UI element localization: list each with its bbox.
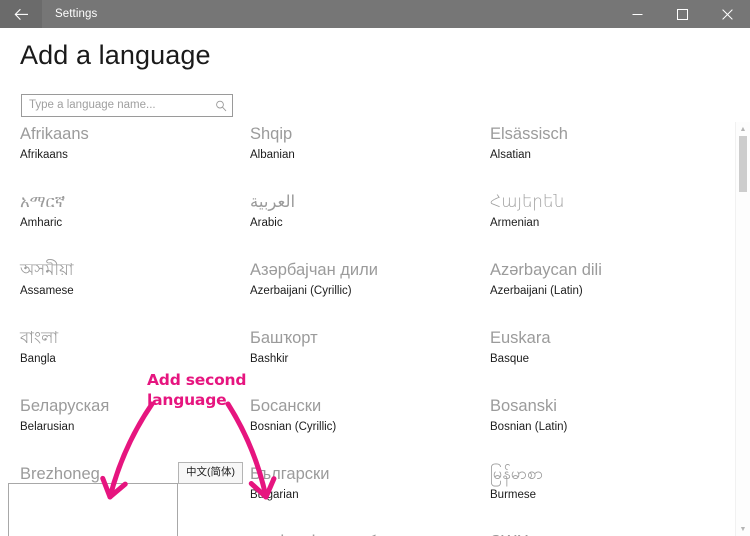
- close-button[interactable]: [705, 0, 750, 28]
- language-native-name: Азәрбајчан дили: [250, 261, 378, 279]
- language-list[interactable]: Afrikaans Afrikaans አማርኛ Amharic অসমীয়া Assa…: [0, 122, 750, 536]
- language-english-name: Azerbaijani (Latin): [490, 285, 583, 297]
- language-item[interactable]: کوردیی ناوەڕاستCentral Kurdish: [250, 530, 475, 536]
- language-native-name: বাংলা: [20, 329, 59, 347]
- language-english-name: Afrikaans: [20, 149, 68, 161]
- language-item[interactable]: Shqip Albanian: [250, 122, 475, 190]
- language-native-name: ᏣᎳᎩ: [490, 530, 715, 536]
- language-item[interactable]: မြန်မာစာ Burmese: [490, 462, 715, 530]
- language-english-name: Belarusian: [20, 421, 75, 433]
- language-english-name: Assamese: [20, 285, 74, 297]
- settings-window: Settings Add a language Type a language …: [0, 0, 750, 536]
- language-english-name: Basque: [490, 353, 530, 365]
- language-native-name: کوردیی ناوەڕاست: [250, 530, 475, 536]
- language-english-name: Alsatian: [490, 149, 531, 161]
- search-box[interactable]: [21, 94, 233, 117]
- language-english-name: Bangla: [20, 353, 56, 365]
- language-item[interactable]: অসমীয়া Assamese: [20, 258, 245, 326]
- language-native-name: Босански: [250, 397, 322, 415]
- language-native-name: Shqip: [250, 125, 293, 143]
- language-column: Elsässisch Alsatian Հայերեն Armenian Azərbay…: [490, 122, 715, 536]
- back-button[interactable]: [0, 0, 42, 28]
- vertical-scrollbar[interactable]: ▲ ▼: [735, 122, 750, 536]
- language-item[interactable]: Български Bulgarian: [250, 462, 475, 530]
- language-english-name: Armenian: [490, 217, 540, 229]
- language-native-name: Afrikaans: [20, 125, 89, 143]
- search-icon[interactable]: [210, 100, 232, 112]
- language-english-name: Breton: [20, 489, 54, 501]
- language-native-name: Հայերեն: [490, 193, 565, 211]
- language-native-name: অসমীয়া: [20, 261, 74, 279]
- language-item[interactable]: ᏣᎳᎩCherokee (Cherokee): [490, 530, 715, 536]
- scroll-up-arrow-icon[interactable]: ▲: [736, 122, 750, 136]
- language-item[interactable]: Հայերեն Armenian: [490, 190, 715, 258]
- maximize-button[interactable]: [660, 0, 705, 28]
- language-native-name: Български: [250, 465, 330, 483]
- language-item[interactable]: Босански Bosnian (Cyrillic): [250, 394, 475, 462]
- title-bar: Settings: [0, 0, 750, 28]
- language-english-name: Arabic: [250, 217, 283, 229]
- language-item[interactable]: Башҡорт Bashkir: [250, 326, 475, 394]
- language-item[interactable]: Азәрбајчан дили Azerbaijani (Cyrillic): [250, 258, 475, 326]
- scroll-down-arrow-icon[interactable]: ▼: [736, 522, 750, 536]
- language-native-name: العربية: [250, 193, 296, 211]
- language-tooltip: 中文(简体): [178, 462, 243, 484]
- language-item[interactable]: Elsässisch Alsatian: [490, 122, 715, 190]
- language-native-name: Башҡорт: [250, 329, 318, 347]
- language-native-name: Elsässisch: [490, 125, 568, 143]
- language-item[interactable]: Беларуская Belarusian: [20, 394, 245, 462]
- window-title: Settings: [55, 8, 98, 20]
- language-english-name: Bulgarian: [250, 489, 299, 501]
- language-english-name: Burmese: [490, 489, 537, 501]
- language-english-name: Bosnian (Latin): [490, 421, 568, 433]
- language-english-name: Bosnian (Cyrillic): [250, 421, 337, 433]
- language-item[interactable]: বাংলা Bangla: [20, 326, 245, 394]
- language-item[interactable]: አማርኛ Amharic: [20, 190, 245, 258]
- language-native-name: አማርኛ: [20, 193, 66, 211]
- language-item[interactable]: CatalàCatalan: [20, 530, 245, 536]
- language-native-name: Català: [20, 530, 245, 536]
- language-native-name: မြန်မာစာ: [490, 465, 544, 483]
- language-item[interactable]: العربية Arabic: [250, 190, 475, 258]
- page-title: Add a language: [20, 40, 211, 70]
- scrollbar-thumb[interactable]: [739, 136, 747, 192]
- language-native-name: Euskara: [490, 329, 551, 347]
- search-input[interactable]: [22, 95, 210, 116]
- language-item[interactable]: Azərbaycan dili Azerbaijani (Latin): [490, 258, 715, 326]
- language-native-name: Azərbaycan dili: [490, 261, 602, 279]
- minimize-button[interactable]: [615, 0, 660, 28]
- language-column: Shqip Albanian العربية Arabic Азәрбајчан дил…: [250, 122, 475, 536]
- language-english-name: Bashkir: [250, 353, 289, 365]
- language-english-name: Amharic: [20, 217, 63, 229]
- language-item[interactable]: Bosanski Bosnian (Latin): [490, 394, 715, 462]
- language-english-name: Azerbaijani (Cyrillic): [250, 285, 352, 297]
- language-item[interactable]: Afrikaans Afrikaans: [20, 122, 245, 190]
- window-controls: [615, 0, 750, 28]
- language-native-name: Bosanski: [490, 397, 557, 415]
- language-native-name: Беларуская: [20, 397, 110, 415]
- language-english-name: Albanian: [250, 149, 295, 161]
- language-item[interactable]: Euskara Basque: [490, 326, 715, 394]
